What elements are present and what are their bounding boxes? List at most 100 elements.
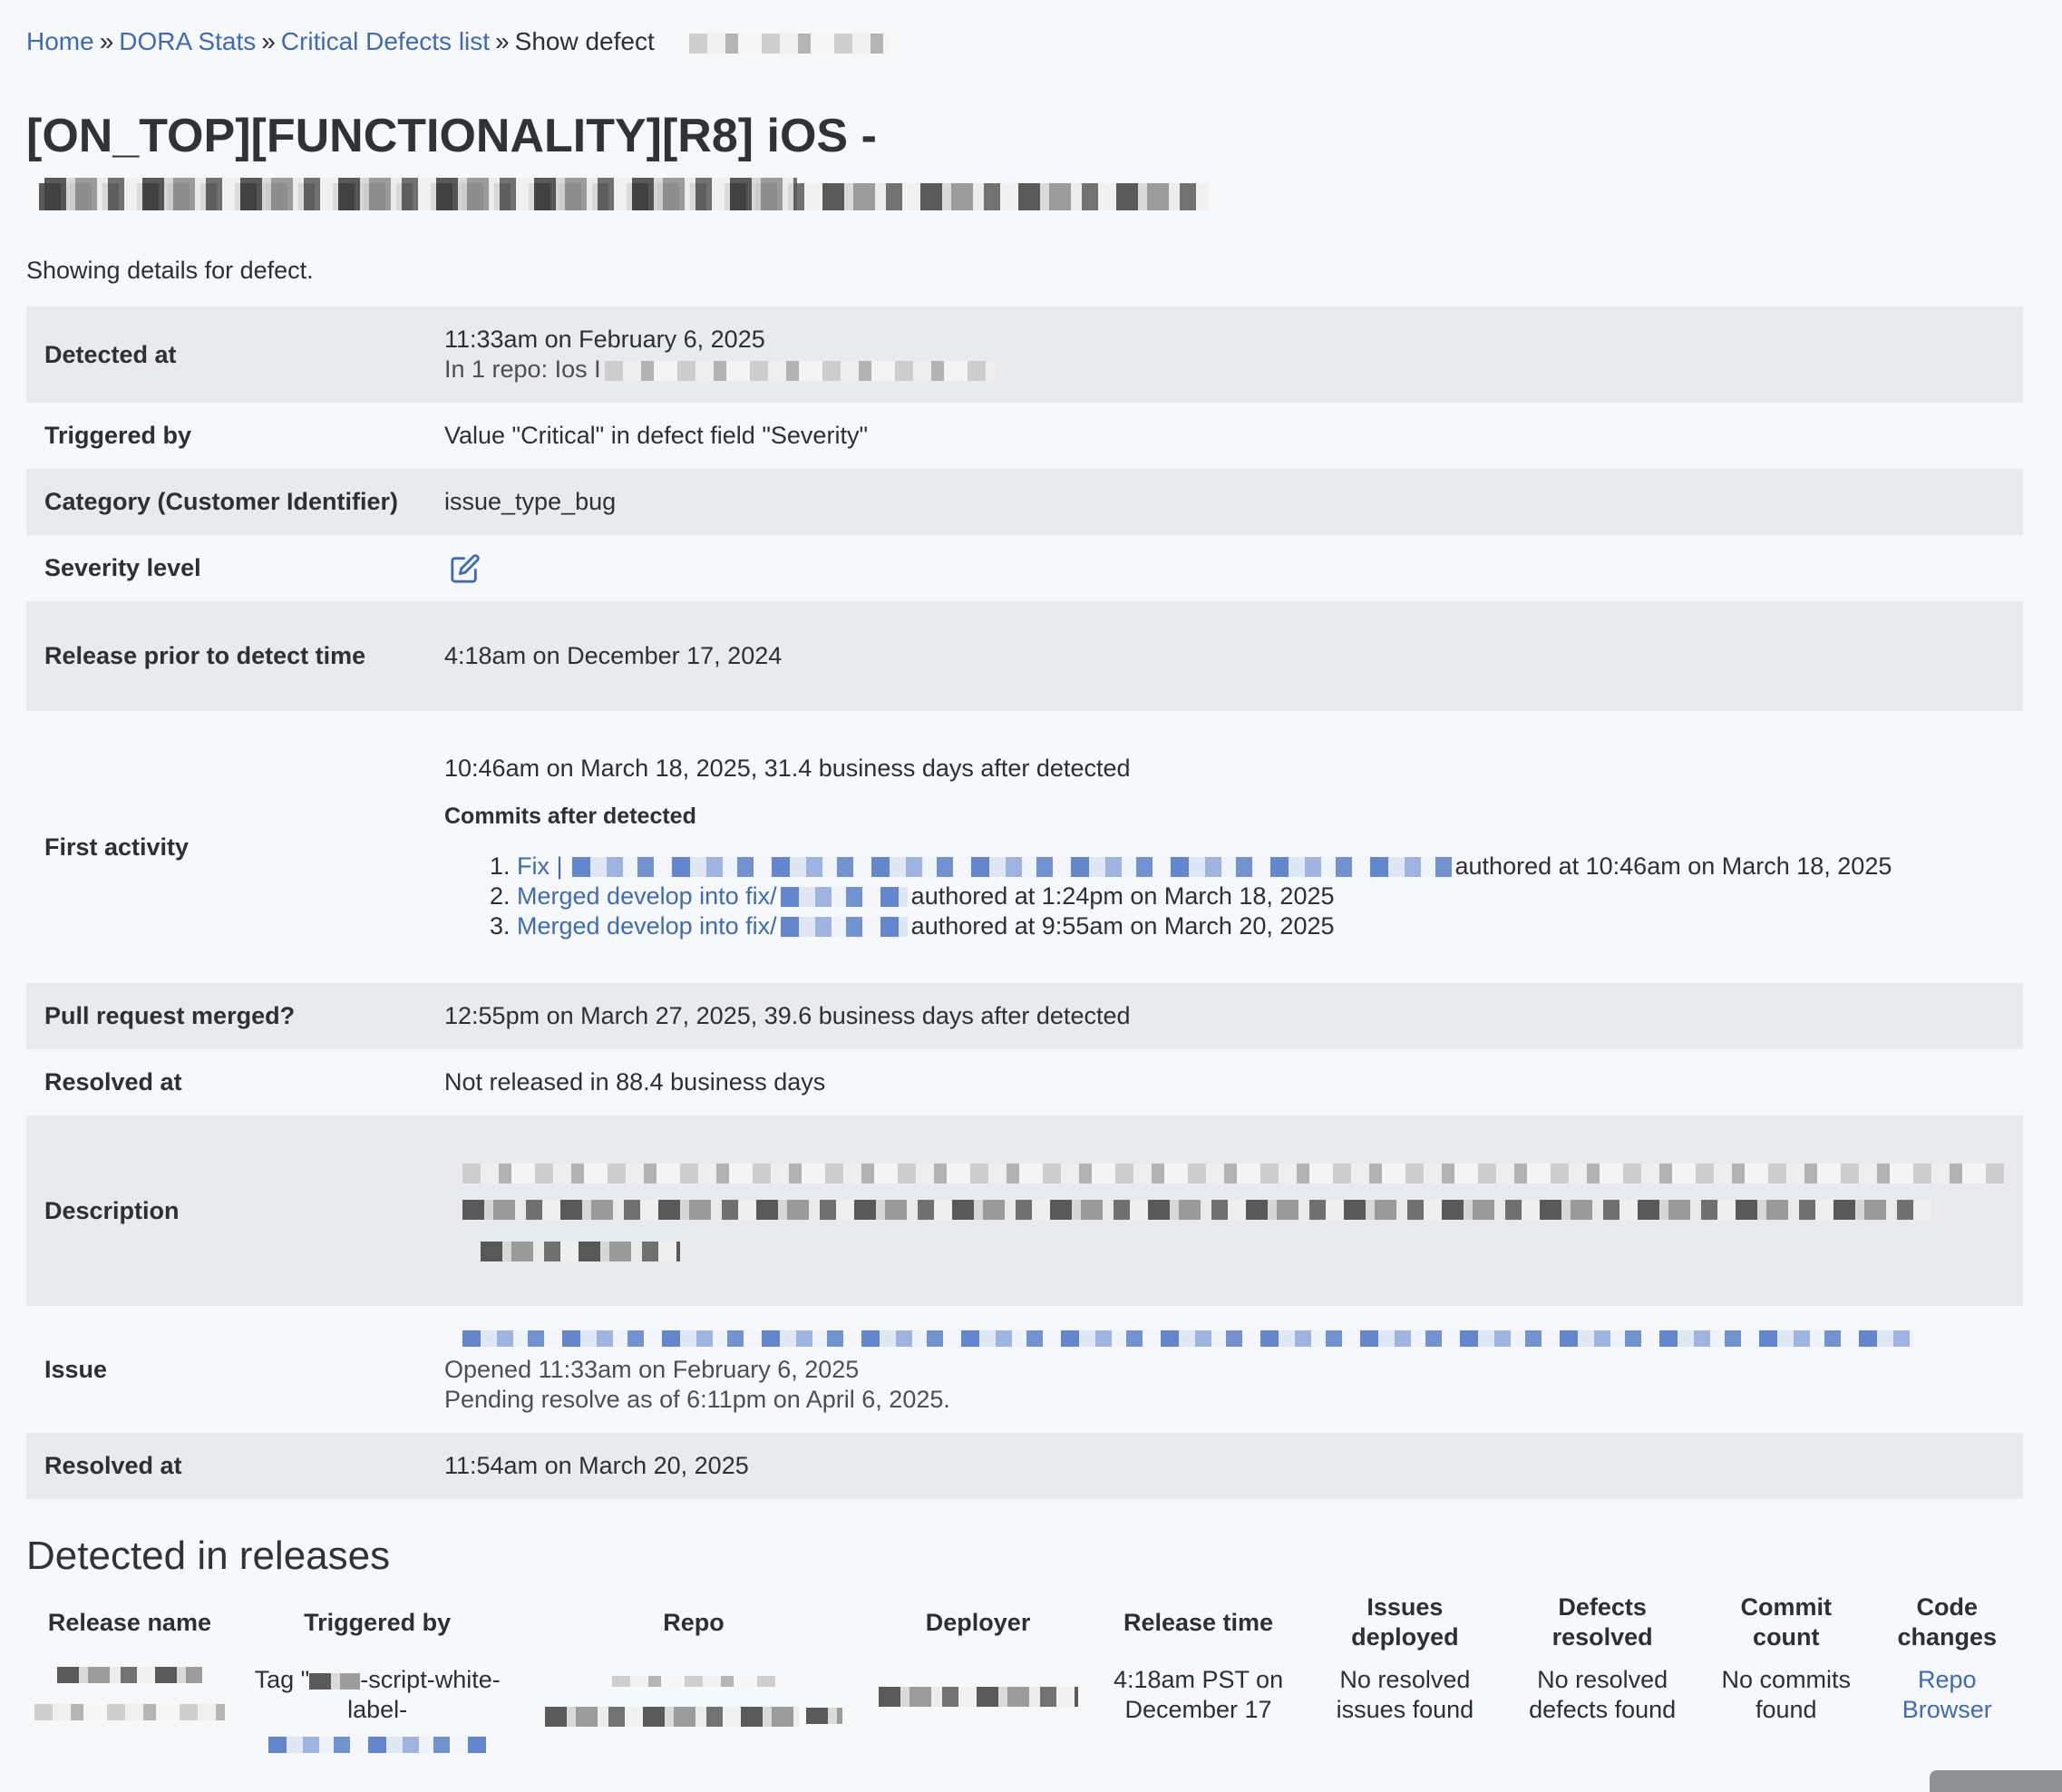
detail-label: Description xyxy=(26,1115,426,1306)
column-header: Release time xyxy=(1123,1608,1274,1636)
commit-item: Fix | authored at 10:46am on March 18, 20… xyxy=(517,852,2023,881)
commits-heading: Commits after detected xyxy=(444,803,696,829)
commit-link[interactable]: Merged develop into fix/ xyxy=(517,882,777,910)
release-triggered-suffix: -script-white-label- xyxy=(347,1666,501,1723)
defects-resolved-cell: No resolved defects found xyxy=(1529,1666,1677,1723)
redacted-issue-link[interactable] xyxy=(462,1330,1913,1348)
release-triggered-cell: Tag " -script-white-label- xyxy=(233,1656,522,1755)
redacted-description-line xyxy=(462,1199,1931,1220)
redacted-defect-id xyxy=(688,33,889,54)
detail-label: Pull request merged? xyxy=(26,983,426,1049)
detail-label: Resolved at xyxy=(44,1068,182,1096)
commit-link[interactable]: Merged develop into fix/ xyxy=(517,912,777,940)
release-triggered-prefix: Tag " xyxy=(254,1666,310,1693)
column-header: Commit count xyxy=(1740,1593,1833,1651)
detail-row-resolved-at: Resolved at 11:54am on March 20, 2025 xyxy=(26,1433,2023,1499)
detail-row-detected-at: Detected at 11:33am on February 6, 2025 … xyxy=(26,307,2023,403)
detail-label: Triggered by xyxy=(44,422,192,449)
column-header: Deployer xyxy=(925,1608,1031,1636)
detail-value: 4:18am on December 17, 2024 xyxy=(426,601,2023,711)
breadcrumb-separator: » xyxy=(99,27,114,55)
edit-icon[interactable] xyxy=(450,553,481,584)
release-triggered-text: Tag " -script-white-label- xyxy=(240,1665,515,1725)
redacted-release-name xyxy=(34,1703,225,1720)
commit-authored: authored at 1:24pm on March 18, 2025 xyxy=(910,881,1335,910)
defect-details-table: Detected at 11:33am on February 6, 2025 … xyxy=(26,307,2023,1499)
issue-pending: Pending resolve as of 6:11pm on April 6,… xyxy=(444,1385,950,1413)
redacted-tag-link[interactable] xyxy=(268,1736,487,1753)
code-changes-cell: Repo Browser xyxy=(1872,1656,2023,1755)
detail-row-triggered-by: Triggered by Value "Critical" in defect … xyxy=(26,403,2023,469)
redacted-title-continuation xyxy=(44,178,797,210)
detail-label: Detected at xyxy=(26,307,426,403)
detail-label: Release prior to detect time xyxy=(26,601,426,711)
redacted-commit-branch xyxy=(780,917,908,938)
redacted-commit-message xyxy=(571,857,1452,878)
releases-header-row: Release name Triggered by Repo Deployer … xyxy=(26,1589,2023,1656)
breadcrumb: Home» DORA Stats» Critical Defects list» Sh… xyxy=(26,24,889,60)
issues-deployed-cell: No resolved issues found xyxy=(1336,1666,1474,1723)
issue-opened: Opened 11:33am on February 6, 2025 xyxy=(444,1355,860,1383)
releases-table: Release name Triggered by Repo Deployer … xyxy=(26,1589,2023,1755)
redacted-commit-branch xyxy=(780,887,908,908)
first-activity-time: 10:46am on March 18, 2025, 31.4 business… xyxy=(444,754,1131,782)
commit-authored: authored at 10:46am on March 18, 2025 xyxy=(1454,852,1892,880)
commits-list: Fix | authored at 10:46am on March 18, 20… xyxy=(444,852,2023,941)
column-header: Triggered by xyxy=(304,1608,452,1636)
breadcrumb-dora-stats-link[interactable]: DORA Stats xyxy=(119,27,256,55)
redacted-description-line xyxy=(481,1242,680,1262)
detail-value: Value "Critical" in defect field "Severi… xyxy=(444,422,869,449)
redacted-tag-name xyxy=(309,1672,361,1690)
redacted-description-line xyxy=(462,1163,2004,1183)
detail-value xyxy=(426,1115,2023,1306)
detail-label: Category (Customer Identifier) xyxy=(26,469,426,535)
breadcrumb-separator: » xyxy=(261,27,276,55)
column-header: Repo xyxy=(663,1608,725,1636)
redacted-repo xyxy=(805,1707,842,1724)
release-repo-cell xyxy=(521,1656,865,1755)
commit-authored: authored at 9:55am on March 20, 2025 xyxy=(910,911,1335,940)
release-deployer-cell xyxy=(866,1656,1091,1755)
column-header: Release name xyxy=(47,1608,211,1636)
releases-heading: Detected in releases xyxy=(26,1534,391,1578)
breadcrumb-critical-defects-link[interactable]: Critical Defects list xyxy=(281,27,490,55)
repo-browser-link[interactable]: Repo Browser xyxy=(1902,1666,1992,1723)
release-row: Tag " -script-white-label- 4:18am PST on … xyxy=(26,1656,2023,1755)
detail-value: Not released in 88.4 business days xyxy=(444,1068,826,1096)
detail-row-category: Category (Customer Identifier) issue_typ… xyxy=(26,469,2023,535)
detail-label: First activity xyxy=(44,833,190,861)
detail-label: Resolved at xyxy=(26,1433,426,1499)
detail-row-first-activity: First activity 10:46am on March 18, 2025… xyxy=(26,711,2023,983)
commit-link[interactable]: Fix | xyxy=(517,852,563,880)
redacted-repo xyxy=(545,1706,800,1727)
detail-label: Issue xyxy=(44,1355,108,1383)
detail-value: Opened 11:33am on February 6, 2025 Pendi… xyxy=(426,1306,2023,1433)
redacted-release-name xyxy=(56,1666,202,1683)
detail-row-severity-level: Severity level xyxy=(26,535,2023,601)
breadcrumb-home-link[interactable]: Home xyxy=(26,27,94,55)
detail-row-release-prior: Release prior to detect time 4:18am on D… xyxy=(26,601,2023,711)
floating-widget[interactable] xyxy=(1930,1770,2062,1792)
commit-item: Merged develop into fix/authored at 9:55… xyxy=(517,911,2023,941)
page-title-text: [ON_TOP][FUNCTIONALITY][R8] iOS - xyxy=(26,110,877,162)
detail-value: 11:33am on February 6, 2025 In 1 repo: I… xyxy=(426,307,2023,403)
breadcrumb-current: Show defect xyxy=(514,27,655,55)
column-header: Issues deployed xyxy=(1351,1593,1459,1651)
detail-row-pull-request: Pull request merged? 12:55pm on March 27… xyxy=(26,983,2023,1049)
detail-row-issue: Issue Opened 11:33am on February 6, 2025… xyxy=(26,1306,2023,1433)
detail-value xyxy=(426,535,2023,601)
release-time-cell: 4:18am PST on December 17 xyxy=(1113,1666,1284,1723)
detail-value: 12:55pm on March 27, 2025, 39.6 business… xyxy=(426,983,2023,1049)
detail-value: 10:46am on March 18, 2025, 31.4 business… xyxy=(426,711,2023,983)
page-subtitle: Showing details for defect. xyxy=(26,257,314,284)
detected-at-time: 11:33am on February 6, 2025 xyxy=(444,326,765,353)
commit-count-cell: No commits found xyxy=(1721,1666,1852,1723)
redacted-deployer xyxy=(878,1687,1078,1707)
redacted-repo-name xyxy=(604,360,995,381)
column-header: Code changes xyxy=(1897,1593,1998,1651)
detail-row-description: Description xyxy=(26,1115,2023,1306)
breadcrumb-separator: » xyxy=(495,27,510,55)
detail-value: issue_type_bug xyxy=(426,469,2023,535)
release-name-cell xyxy=(26,1656,233,1755)
redacted-repo xyxy=(612,1675,775,1687)
